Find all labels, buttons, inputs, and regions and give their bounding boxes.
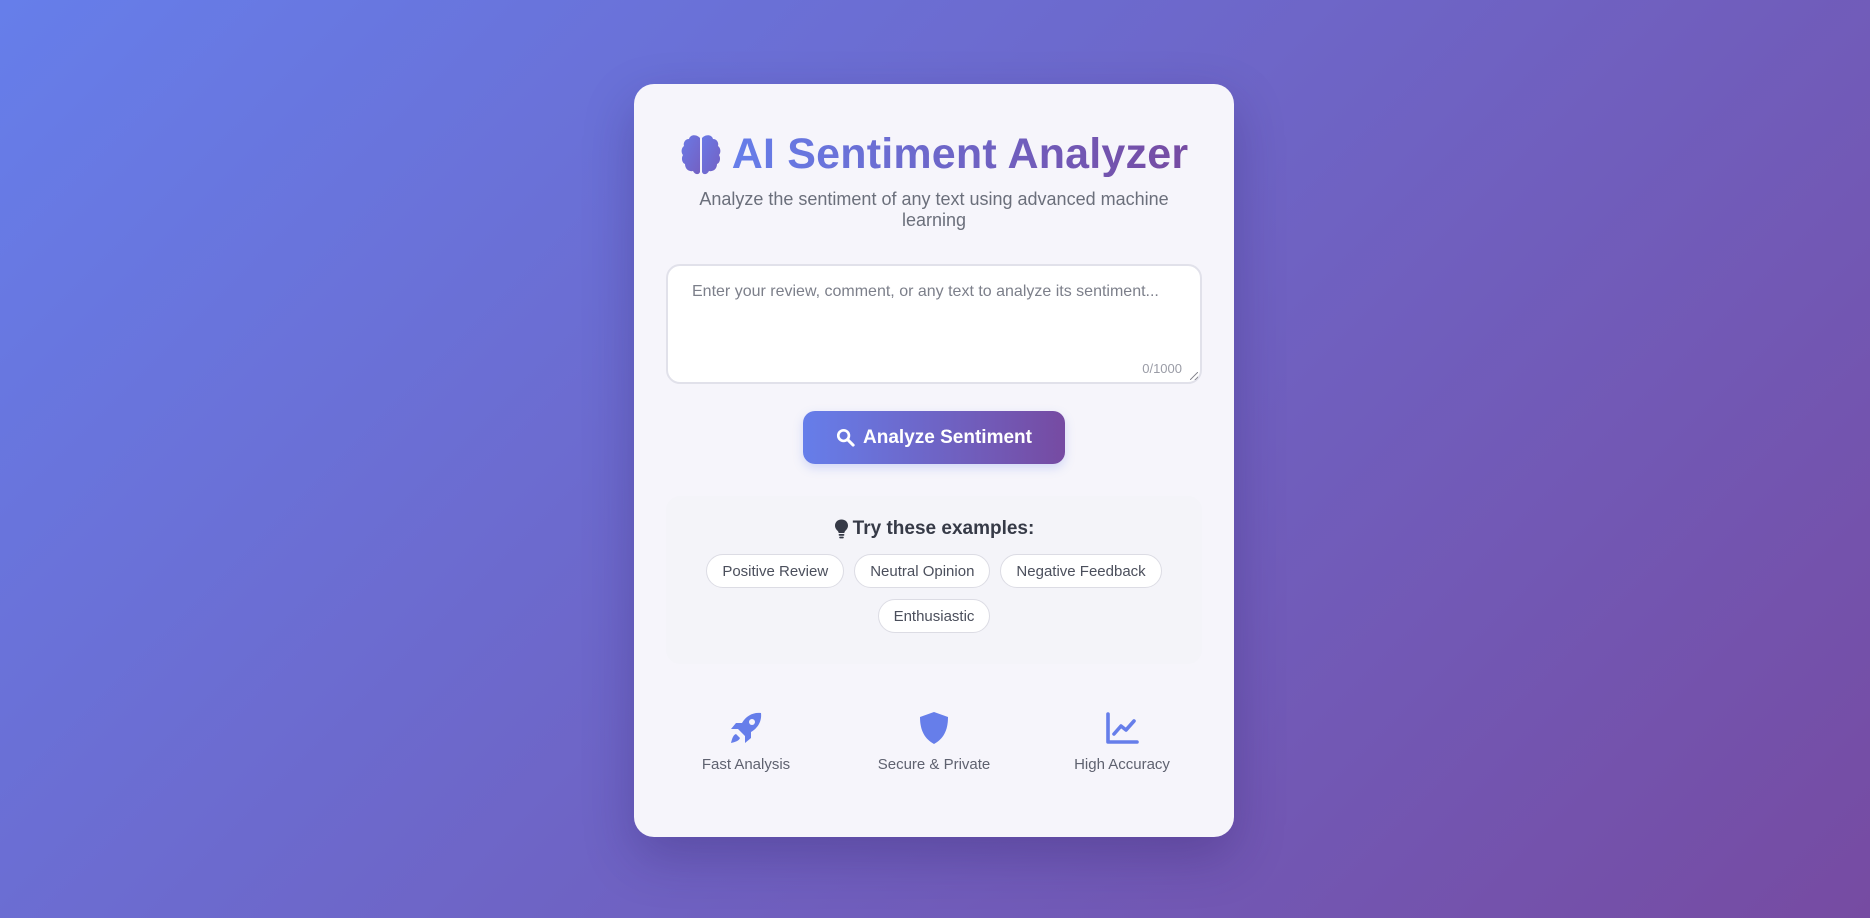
- analyzer-card: AI Sentiment Analyzer Analyze the sentim…: [634, 84, 1234, 837]
- example-chips-row: Enthusiastic: [666, 599, 1202, 633]
- title-row: AI Sentiment Analyzer: [634, 130, 1234, 179]
- page-title: AI Sentiment Analyzer: [731, 130, 1189, 178]
- feature-high-accuracy: High Accuracy: [1042, 710, 1202, 773]
- analyze-sentiment-button[interactable]: Analyze Sentiment: [803, 411, 1065, 464]
- example-chip-positive-review[interactable]: Positive Review: [706, 554, 845, 588]
- search-icon: [836, 428, 855, 447]
- examples-title: Try these examples:: [852, 518, 1035, 539]
- page-subtitle: Analyze the sentiment of any text using …: [699, 189, 1169, 230]
- feature-label: Secure & Private: [877, 756, 991, 773]
- features-row: Fast Analysis Secure & Private High Accu…: [666, 710, 1202, 773]
- examples-panel: Try these examples: Positive Review Neut…: [666, 496, 1202, 664]
- example-chip-negative-feedback[interactable]: Negative Feedback: [1000, 554, 1162, 588]
- feature-label: High Accuracy: [1074, 756, 1170, 773]
- chart-line-icon: [1106, 712, 1139, 744]
- lightbulb-icon: [834, 519, 848, 539]
- feature-label: Fast Analysis: [701, 756, 791, 773]
- feature-fast-analysis: Fast Analysis: [666, 710, 826, 773]
- analyze-button-label: Analyze Sentiment: [863, 426, 1032, 448]
- example-chip-enthusiastic[interactable]: Enthusiastic: [877, 599, 991, 633]
- char-count: 0/1000: [1142, 361, 1182, 376]
- text-input-container: 0/1000: [666, 264, 1202, 384]
- rocket-icon: [731, 712, 762, 743]
- text-input[interactable]: [668, 266, 1200, 382]
- header: AI Sentiment Analyzer Analyze the sentim…: [634, 130, 1234, 231]
- example-chips-row: Positive Review Neutral Opinion Negative…: [666, 554, 1202, 588]
- example-chip-neutral-opinion[interactable]: Neutral Opinion: [854, 554, 991, 588]
- examples-heading: Try these examples:: [666, 518, 1202, 540]
- brain-icon: [680, 133, 722, 177]
- shield-icon: [920, 712, 948, 744]
- resize-handle[interactable]: [1190, 372, 1198, 380]
- feature-secure-private: Secure & Private: [854, 710, 1014, 773]
